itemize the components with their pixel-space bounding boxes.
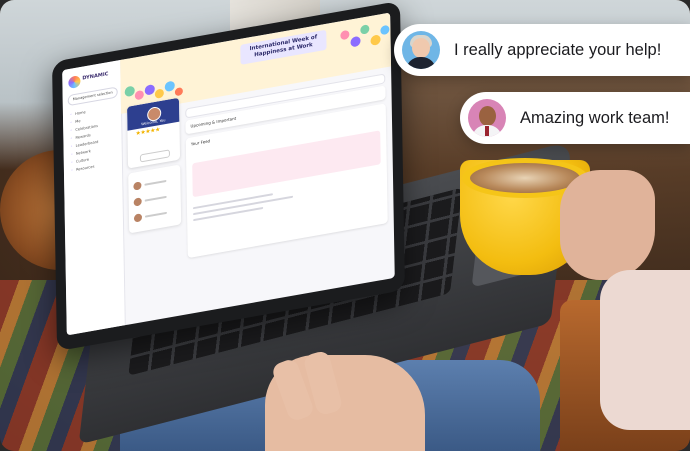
recognition-post[interactable] [192, 130, 381, 198]
your-feed-heading: Your Feed [190, 138, 211, 147]
laptop-screen: DYNAMIC Management selection Home Me Cel… [62, 12, 395, 336]
welcome-card-button[interactable] [139, 149, 171, 163]
app-sidebar: DYNAMIC Management selection Home Me Cel… [62, 59, 126, 336]
people-card [128, 164, 182, 234]
chat-message-text: Amazing work team! [520, 108, 670, 127]
management-selection-button[interactable]: Management selection [67, 86, 118, 107]
person-avatar [133, 213, 143, 223]
photo-scene: DYNAMIC Management selection Home Me Cel… [0, 0, 690, 451]
confetti-dot [174, 87, 183, 97]
confetti-dot [350, 35, 361, 48]
laptop-lid: DYNAMIC Management selection Home Me Cel… [52, 0, 406, 352]
nav-item-culture[interactable]: Culture [71, 158, 89, 165]
chat-bubble-appreciation: I really appreciate your help! [394, 24, 690, 76]
confetti-dot [144, 83, 155, 96]
confetti-dot [134, 89, 144, 101]
man-avatar-icon [468, 99, 506, 137]
confetti-dot [360, 24, 370, 35]
sleeve [600, 270, 690, 430]
upcoming-heading: Upcoming & Important [190, 115, 237, 129]
confetti-dot [370, 34, 381, 46]
confetti-dot [164, 80, 175, 93]
nav-item-home[interactable]: Home [70, 110, 86, 117]
nav-item-leaderboard[interactable]: Leaderboard [70, 140, 99, 149]
confetti-dot [154, 88, 164, 99]
logo-icon [68, 75, 81, 90]
woman-avatar-icon [402, 31, 440, 69]
chat-bubble-team: Amazing work team! [460, 92, 690, 144]
nav-item-network[interactable]: Network [71, 149, 91, 157]
person-name-line [144, 179, 167, 186]
chat-message-text: I really appreciate your help! [454, 40, 662, 59]
latte-art [470, 163, 580, 193]
person-avatar [133, 197, 142, 207]
welcome-card: Welcome, You ★★★★★ [127, 97, 181, 169]
logo-text: DYNAMIC [82, 71, 109, 82]
confetti-dot [380, 24, 390, 36]
confetti-dot [124, 85, 135, 98]
nav-item-rewards[interactable]: Rewards [70, 133, 90, 141]
right-hand [560, 170, 655, 280]
person-name-line [144, 211, 167, 218]
nav-item-resources[interactable]: Resources [71, 165, 94, 173]
nav-item-celebrations[interactable]: Celebrations [70, 124, 98, 133]
nav-item-me[interactable]: Me [70, 119, 80, 125]
person-avatar [133, 181, 142, 191]
person-name-line [144, 195, 167, 202]
banner-title: International Week of Happiness at Work [240, 29, 327, 65]
feed-column: Upcoming & Important Your Feed [185, 73, 389, 314]
confetti-dot [340, 29, 350, 41]
